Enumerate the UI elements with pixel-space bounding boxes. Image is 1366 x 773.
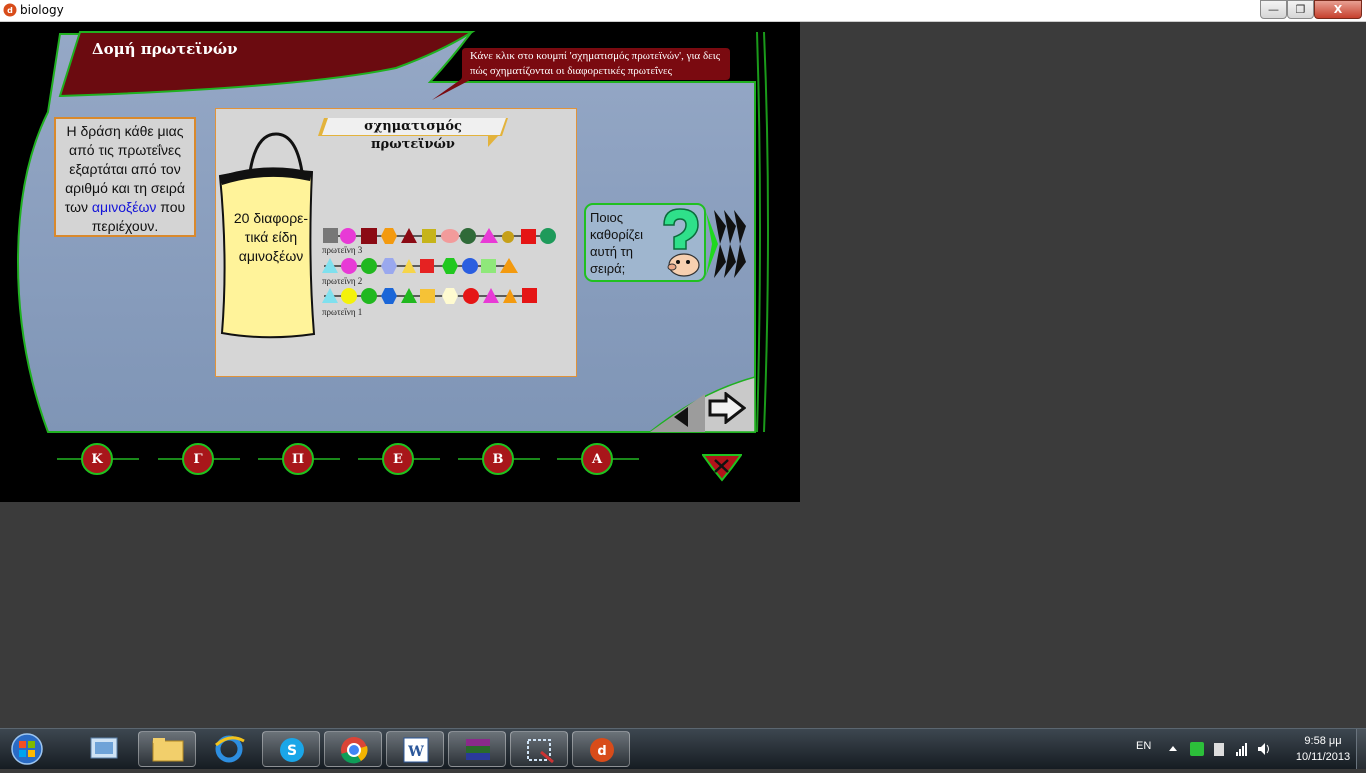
- forward-arrows-icon[interactable]: [706, 208, 748, 280]
- bag-label: 20 διαφορε-τικά είδη αμινοξέων: [233, 210, 309, 264]
- amino-acids-link[interactable]: αμινοξέων: [92, 199, 157, 215]
- folder-icon: [152, 738, 184, 762]
- windows-start-button[interactable]: [4, 730, 50, 768]
- nav-button-a[interactable]: Α: [581, 443, 613, 475]
- snipping-tool-icon: [527, 739, 554, 764]
- taskbar-word-app[interactable]: W: [386, 731, 444, 767]
- nav-button-e[interactable]: Ε: [382, 443, 414, 475]
- internet-explorer-icon: [215, 735, 245, 763]
- svg-text:d: d: [597, 744, 606, 759]
- chrome-icon: [341, 737, 368, 764]
- network-icon[interactable]: [1236, 743, 1247, 756]
- nav-button-p[interactable]: Π: [282, 443, 314, 475]
- question-box[interactable]: Ποιος καθορίζει αυτή τη σειρά;: [584, 203, 706, 282]
- window-titlebar: d biology — ❐ X: [0, 0, 1366, 22]
- protein-3-label: πρωτεΐνη 3: [322, 245, 363, 255]
- language-indicator[interactable]: EN: [1136, 740, 1151, 752]
- minimize-button[interactable]: —: [1260, 0, 1287, 19]
- page-title: Δομή πρωτεϊνών: [92, 40, 238, 58]
- svg-text:d: d: [7, 6, 13, 15]
- system-tray-icons[interactable]: [1166, 739, 1270, 759]
- intro-text-box: Η δράση κάθε μιας από τις πρωτεΐνες εξαρ…: [54, 117, 196, 237]
- biology-app-icon: d: [590, 738, 614, 762]
- window-title: biology: [20, 3, 64, 17]
- winrar-icon: [466, 739, 490, 760]
- taskbar-winrar-app[interactable]: [448, 731, 506, 767]
- svg-text:S: S: [287, 743, 297, 759]
- app-logo-icon: d: [3, 3, 17, 17]
- taskbar-snipping-app[interactable]: [510, 731, 568, 767]
- clock-date[interactable]: 10/11/2013: [1290, 751, 1356, 763]
- taskbar-biology-app[interactable]: d: [572, 731, 630, 767]
- clock-time[interactable]: 9:58 μμ: [1290, 735, 1356, 747]
- taskbar-chrome-app[interactable]: [324, 731, 382, 767]
- question-text: Ποιος καθορίζει αυτή τη σειρά;: [590, 210, 644, 276]
- taskbar-photos-app[interactable]: [76, 731, 134, 767]
- protein-chain-1: [322, 288, 537, 304]
- word-icon: W: [403, 737, 429, 763]
- volume-icon[interactable]: [1258, 743, 1269, 755]
- skype-icon: S: [280, 738, 304, 762]
- nav-button-v[interactable]: Β: [482, 443, 514, 475]
- protein-chain-3: [323, 228, 556, 244]
- taskbar: S W d EN 9:58 μμ 10/11/2013: [0, 728, 1366, 769]
- close-window-button[interactable]: X: [1314, 0, 1362, 19]
- button-tail: [488, 136, 498, 147]
- maximize-button[interactable]: ❐: [1287, 0, 1314, 19]
- next-arrow-icon[interactable]: [708, 392, 746, 424]
- show-desktop-button[interactable]: [1356, 729, 1366, 769]
- taskbar-ie-app[interactable]: [200, 731, 258, 767]
- bag-handle: [248, 132, 304, 173]
- previous-arrow-icon[interactable]: [670, 404, 694, 430]
- protein-formation-button[interactable]: σχηματισμός πρωτεϊνών: [320, 118, 506, 152]
- photos-icon: [90, 737, 118, 759]
- taskbar-explorer-app[interactable]: [138, 731, 196, 767]
- hint-bubble-text: Κάνε κλικ στο κουμπί 'σχηματισμός πρωτεϊ…: [470, 50, 721, 77]
- taskbar-skype-app[interactable]: S: [262, 731, 320, 767]
- protein-2-label: πρωτεΐνη 2: [322, 276, 363, 286]
- nav-button-g[interactable]: Γ: [182, 443, 214, 475]
- exit-icon[interactable]: [702, 452, 742, 482]
- thinking-character-icon: [663, 208, 700, 277]
- protein-formation-panel: σχηματισμός πρωτεϊνών 20 διαφορε-τικά εί…: [215, 108, 577, 377]
- protein-chain-2: [322, 258, 518, 274]
- svg-text:W: W: [407, 744, 424, 760]
- show-hidden-icons-icon[interactable]: [1169, 746, 1177, 751]
- sync-icon[interactable]: [1190, 742, 1204, 756]
- nav-button-k[interactable]: Κ: [81, 443, 113, 475]
- action-center-icon[interactable]: [1214, 743, 1224, 756]
- protein-1-label: πρωτεΐνη 1: [322, 307, 363, 317]
- biology-app-canvas: Δομή πρωτεϊνών Κάνε κλικ στο κουμπί 'σχη…: [0, 22, 800, 502]
